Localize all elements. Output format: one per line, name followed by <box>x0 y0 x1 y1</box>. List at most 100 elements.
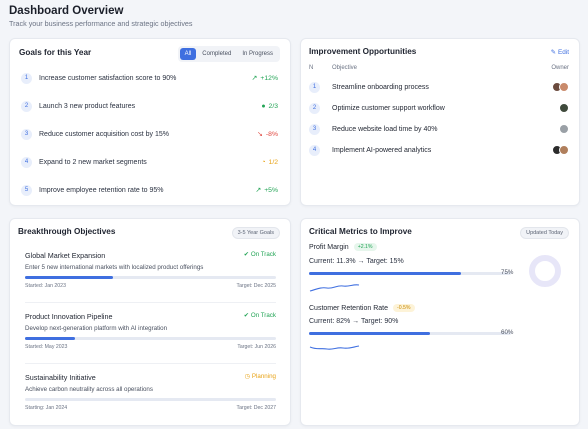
avatar[interactable] <box>559 124 569 134</box>
improvement-number: 2 <box>309 102 320 114</box>
objective-status-label: On Track <box>250 251 276 258</box>
objective-item[interactable]: Global Market Expansion ✔ On Track Enter 5 … <box>25 251 276 303</box>
goal-text: Reduce customer acquisition cost by 15% <box>39 130 169 138</box>
metric-progress-fill <box>309 272 461 275</box>
objective-progress-bar <box>25 398 276 401</box>
metric-progress-bar <box>309 272 511 275</box>
filter-all-button[interactable]: All <box>179 48 197 60</box>
improvement-text: Streamline onboarding process <box>332 83 429 91</box>
metrics-card: Critical Metrics to Improve Updated Toda… <box>300 218 580 426</box>
objective-start-date: Starting: Jan 2024 <box>25 404 68 411</box>
improvement-row[interactable]: 2 Optimize customer support workflow <box>309 101 569 115</box>
filter-completed-button[interactable]: Completed <box>197 48 236 60</box>
breakthrough-title: Breakthrough Objectives <box>18 227 116 236</box>
objective-item[interactable]: Sustainability Initiative ◷ Planning Achiev… <box>25 373 276 425</box>
check-circle-icon: ● <box>261 102 266 110</box>
metric-change-badge: +2.1% <box>353 243 377 251</box>
improvement-number: 3 <box>309 123 320 135</box>
improvement-text: Reduce website load time by 40% <box>332 125 438 133</box>
goal-row[interactable]: 5 Improve employee retention rate to 95% ↗… <box>21 183 278 197</box>
column-objective: Objective <box>332 65 358 71</box>
clock-icon: ◷ <box>244 373 250 380</box>
improvement-row[interactable]: 1 Streamline onboarding process <box>309 80 569 94</box>
objective-start-date: Started: May 2023 <box>25 343 68 350</box>
goal-number: 5 <box>21 184 32 196</box>
divider <box>25 363 276 364</box>
goal-metric: ● 2/3 <box>261 103 278 110</box>
goal-row[interactable]: 2 Launch 3 new product features ● 2/3 <box>21 99 278 113</box>
goal-metric-value: -8% <box>265 130 278 138</box>
breakthrough-card: Breakthrough Objectives 3-5 Year Goals G… <box>9 218 291 426</box>
goal-row[interactable]: 4 Expand to 2 new market segments ◔ 1/2 <box>21 155 278 169</box>
metric-label: Customer Retention Rate -0.5% <box>309 304 415 312</box>
trend-up-icon: ↗ <box>255 187 262 194</box>
goal-metric: ◔ 1/2 <box>261 159 278 166</box>
goal-row[interactable]: 3 Reduce customer acquisition cost by 15%… <box>21 127 278 141</box>
goals-horizon-badge: 3-5 Year Goals <box>231 227 280 239</box>
trend-up-icon: ↗ <box>251 75 258 82</box>
metric-name: Profit Margin <box>309 243 349 251</box>
objective-target-date: Target: Jun 2026 <box>237 343 276 350</box>
objective-progress-fill <box>25 276 113 279</box>
objective-status: ✔ On Track <box>244 312 276 319</box>
objective-progress-bar <box>25 337 276 340</box>
goal-metric-value: +5% <box>264 186 278 194</box>
page-title: Dashboard Overview <box>9 5 124 17</box>
goal-number: 2 <box>21 100 32 112</box>
objective-description: Achieve carbon neutrality across all ope… <box>25 386 153 393</box>
column-owner: Owner <box>551 65 569 71</box>
objective-dates: Starting: Jan 2024 Target: Dec 2027 <box>25 405 276 411</box>
metric-name: Customer Retention Rate <box>309 304 388 312</box>
owner-avatars <box>552 82 569 92</box>
metric-current-target: Current: 11.3% → Target: 15% <box>309 258 404 265</box>
edit-label: Edit <box>557 48 569 56</box>
improvement-row[interactable]: 4 Implement AI-powered analytics <box>309 143 569 157</box>
updated-badge: Updated Today <box>520 227 569 239</box>
avatar[interactable] <box>559 103 569 113</box>
edit-button[interactable]: ✎ Edit <box>550 48 569 57</box>
objective-description: Enter 5 new international markets with l… <box>25 264 204 271</box>
objective-title: Sustainability Initiative <box>25 373 96 382</box>
goal-text: Launch 3 new product features <box>39 102 136 110</box>
trend-down-icon: ↘ <box>257 131 263 138</box>
owner-avatars <box>559 103 569 113</box>
goal-number: 1 <box>21 72 32 84</box>
improvement-title: Improvement Opportunities <box>309 47 417 56</box>
improvement-number: 4 <box>309 144 320 156</box>
objective-dates: Started: Jan 2023 Target: Dec 2025 <box>25 283 276 289</box>
goals-filter: All Completed In Progress <box>177 46 280 62</box>
divider <box>25 302 276 303</box>
objective-status: ◷ Planning <box>245 373 277 380</box>
objective-title: Global Market Expansion <box>25 251 106 260</box>
goal-metric-value: +12% <box>260 74 278 82</box>
check-circle-icon: ✔ <box>243 251 249 258</box>
owner-avatars <box>559 124 569 134</box>
goal-metric: ↗ +5% <box>255 186 278 195</box>
goal-text: Improve employee retention rate to 95% <box>39 186 164 194</box>
objective-status: ✔ On Track <box>244 251 276 258</box>
check-circle-icon: ✔ <box>243 312 249 319</box>
improvement-row[interactable]: 3 Reduce website load time by 40% <box>309 122 569 136</box>
objective-progress-bar <box>25 276 276 279</box>
objective-start-date: Started: Jan 2023 <box>25 282 66 289</box>
objective-item[interactable]: Product Innovation Pipeline ✔ On Track Deve… <box>25 312 276 364</box>
avatar[interactable] <box>559 145 569 155</box>
avatar[interactable] <box>559 82 569 92</box>
goal-number: 3 <box>21 128 32 140</box>
pencil-icon: ✎ <box>550 49 556 56</box>
improvement-number: 1 <box>309 81 320 93</box>
filter-in-progress-button[interactable]: In Progress <box>237 48 278 60</box>
page-header: Dashboard Overview Track your business p… <box>9 4 193 28</box>
goal-number: 4 <box>21 156 32 168</box>
improvement-text: Optimize customer support workflow <box>332 104 445 112</box>
metric-progress-fill <box>309 332 431 335</box>
objective-target-date: Target: Dec 2025 <box>236 282 276 289</box>
owner-avatars <box>552 145 569 155</box>
goal-metric: ↗ +12% <box>251 74 278 83</box>
metric-progress-bar <box>309 332 511 335</box>
objective-status-label: Planning <box>251 373 276 380</box>
progress-icon: ◔ <box>261 158 266 166</box>
improvement-text: Implement AI-powered analytics <box>332 146 432 154</box>
goals-card: Goals for this Year All Completed In Pro… <box>9 38 291 206</box>
goal-row[interactable]: 1 Increase customer satisfaction score to… <box>21 71 278 85</box>
